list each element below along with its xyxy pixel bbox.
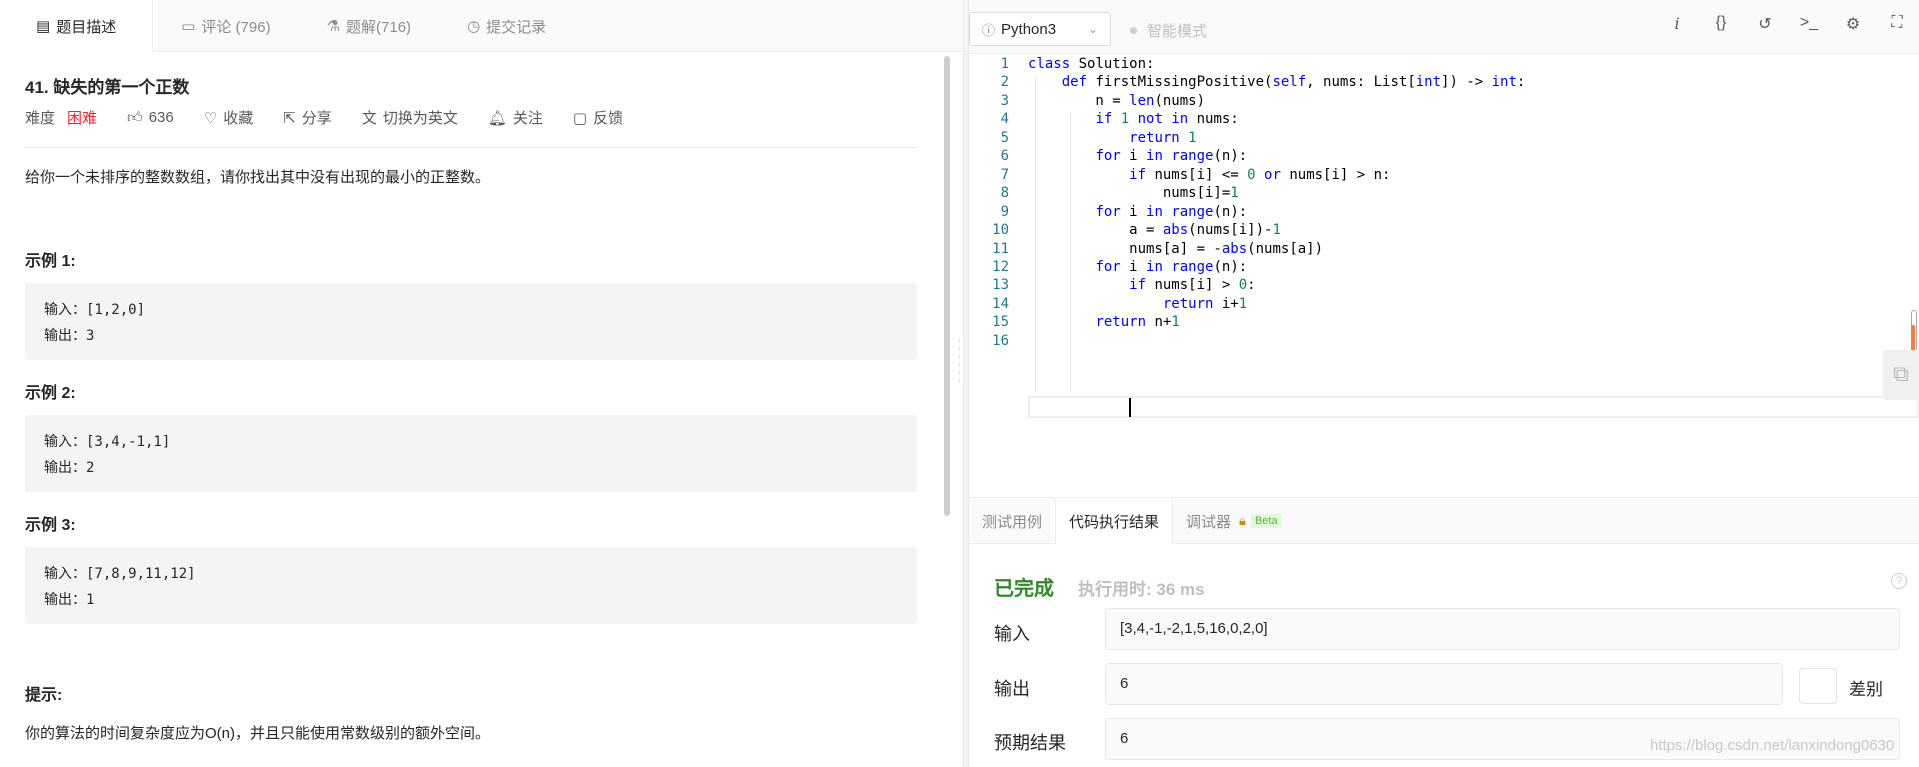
problem-description: 给你一个未排序的整数数组，请你找出其中没有出现的最小的正整数。	[25, 169, 491, 186]
example-title: 示例 1:	[25, 253, 76, 270]
smart-mode-toggle[interactable]: 智能模式	[1130, 20, 1207, 41]
tab-debugger[interactable]: 调试器 🔒︎ Beta	[1173, 498, 1295, 544]
favorite-label: 收藏	[223, 110, 254, 127]
share-label: 分享	[301, 110, 332, 127]
line-number: 16	[992, 332, 1009, 349]
tab-label: 提交记录	[486, 18, 547, 36]
input-label: 输入	[994, 624, 1030, 644]
example-box: 输入：[1,2,0] 输出：3	[25, 283, 917, 360]
braces-icon[interactable]: {}	[1699, 14, 1743, 34]
tab-comments[interactable]: ▭ 评论 (796)	[153, 0, 298, 52]
tab-label: 题目描述	[56, 18, 117, 36]
description-icon: ▤	[36, 18, 51, 35]
tab-solutions[interactable]: ⚗ 题解(716)	[299, 0, 439, 52]
diff-toggle[interactable]	[1799, 668, 1837, 704]
share-button[interactable]: ⇱ 分享	[283, 107, 332, 128]
difficulty: 难度 困难	[25, 107, 97, 128]
debugger-label: 调试器	[1186, 513, 1232, 531]
bell-icon: 🔔︎	[487, 109, 507, 127]
feedback-label: 反馈	[593, 110, 624, 127]
output-label: 输出	[994, 679, 1030, 699]
example-input: 输入：[7,8,9,11,12]	[44, 566, 196, 582]
like-button[interactable]: 👍︎ 636	[127, 109, 174, 127]
diff-label: 差别	[1849, 680, 1883, 699]
beta-badge: Beta	[1250, 514, 1282, 528]
tab-label: 评论 (796)	[201, 18, 271, 36]
expected-label: 预期结果	[994, 733, 1066, 753]
example-output: 输出：3	[44, 328, 95, 344]
language-value: Python3	[1001, 20, 1057, 38]
copy-icon[interactable]: ⧉	[1883, 350, 1919, 400]
info-circle-icon: ⓘ	[982, 22, 996, 38]
indent-guide	[1070, 113, 1071, 393]
example-box: 输入：[7,8,9,11,12] 输出：1	[25, 547, 917, 624]
result-status: 已完成	[994, 578, 1054, 600]
hint-text: 你的算法的时间复杂度应为O(n)，并且只能使用常数级别的额外空间。	[25, 725, 491, 742]
flask-icon: ⚗	[326, 18, 341, 35]
tab-submissions[interactable]: ◷ 提交记录	[439, 0, 574, 52]
example-output: 输出：1	[44, 592, 95, 608]
example-box: 输入：[3,4,-1,1] 输出：2	[25, 415, 917, 492]
toolbar-icons: i {} ↺ >_ ⚙ ⛶	[1655, 14, 1919, 34]
tab-label: 题解(716)	[346, 18, 412, 36]
thumbs-up-icon: 👍︎	[127, 108, 143, 126]
watermark: https://blog.csdn.net/lanxindong0630	[1650, 737, 1895, 754]
fullscreen-icon[interactable]: ⛶	[1875, 14, 1919, 34]
share-icon: ⇱	[283, 109, 296, 127]
difficulty-badge: 困难	[67, 110, 98, 127]
feedback-button[interactable]: ▢ 反馈	[573, 107, 623, 128]
divider	[25, 147, 917, 148]
smart-mode-label: 智能模式	[1147, 23, 1208, 40]
chevron-down-icon: ⌄	[1087, 22, 1098, 36]
info-icon[interactable]: i	[1655, 14, 1699, 34]
input-value: [3,4,-1,-2,1,5,16,0,2,0]	[1105, 608, 1900, 650]
follow-label: 关注	[512, 110, 543, 127]
difficulty-label: 难度	[25, 110, 56, 127]
text-cursor	[1129, 398, 1131, 417]
example-input: 输入：[1,2,0]	[44, 302, 146, 318]
example-input: 输入：[3,4,-1,1]	[44, 434, 171, 450]
problem-tabbar: ▤ 题目描述 ▭ 评论 (796) ⚗ 题解(716) ◷ 提交记录	[0, 0, 963, 52]
like-count: 636	[148, 109, 174, 126]
help-icon[interactable]: ?	[1891, 573, 1907, 589]
smart-mode-dot	[1130, 27, 1137, 34]
hint-title: 提示:	[25, 687, 63, 704]
tab-testcase[interactable]: 测试用例	[969, 498, 1055, 544]
problem-meta-bar: 难度 困难 👍︎ 636 ♡ 收藏 ⇱ 分享 文 切换为英文 🔔︎ 关注 ▢ 反…	[25, 107, 653, 128]
reset-icon[interactable]: ↺	[1743, 14, 1787, 34]
example-title: 示例 2:	[25, 385, 76, 402]
problem-scrollbar[interactable]	[944, 56, 950, 516]
history-icon: ◷	[467, 18, 481, 35]
current-line-highlight	[1028, 396, 1919, 418]
comment-icon: ▭	[181, 18, 196, 35]
settings-icon[interactable]: ⚙	[1831, 14, 1875, 34]
language-select[interactable]: ⓘ Python3 ⌄	[969, 12, 1111, 46]
example-output: 输出：2	[44, 460, 95, 476]
code-editor[interactable]: 1 class Solution: 2 def firstMissingPositi…	[969, 55, 1919, 497]
switch-language-button[interactable]: 文 切换为英文	[362, 107, 458, 128]
favorite-button[interactable]: ♡ 收藏	[204, 107, 253, 128]
indent-guide	[1035, 77, 1036, 393]
follow-button[interactable]: 🔔︎ 关注	[488, 107, 543, 128]
lock-icon: 🔒︎	[1239, 513, 1246, 528]
problem-title: 41. 缺失的第一个正数	[25, 78, 190, 97]
editor-pane: ⓘ Python3 ⌄ 智能模式 i {} ↺ >_ ⚙ ⛶ 1 class So…	[969, 0, 1919, 767]
terminal-icon[interactable]: >_	[1787, 14, 1831, 34]
result-tabbar: 测试用例 代码执行结果 调试器 🔒︎ Beta	[969, 497, 1919, 544]
problem-pane: ▤ 题目描述 ▭ 评论 (796) ⚗ 题解(716) ◷ 提交记录 41. 缺…	[0, 0, 963, 767]
code-line[interactable]: 16	[969, 330, 1919, 353]
output-value: 6	[1105, 663, 1783, 705]
translate-icon: 文	[361, 110, 377, 127]
splitter-grip-icon: · · · · · ·	[958, 335, 962, 386]
tab-result[interactable]: 代码执行结果	[1055, 498, 1174, 544]
switch-language-label: 切换为英文	[382, 110, 458, 127]
runtime-text: 执行用时: 36 ms	[1078, 580, 1205, 599]
feedback-icon: ▢	[572, 109, 588, 127]
example-title: 示例 3:	[25, 517, 76, 534]
heart-icon: ♡	[203, 109, 218, 127]
tab-description[interactable]: ▤ 题目描述	[0, 0, 154, 52]
editor-toolbar: ⓘ Python3 ⌄ 智能模式 i {} ↺ >_ ⚙ ⛶	[969, 0, 1919, 54]
